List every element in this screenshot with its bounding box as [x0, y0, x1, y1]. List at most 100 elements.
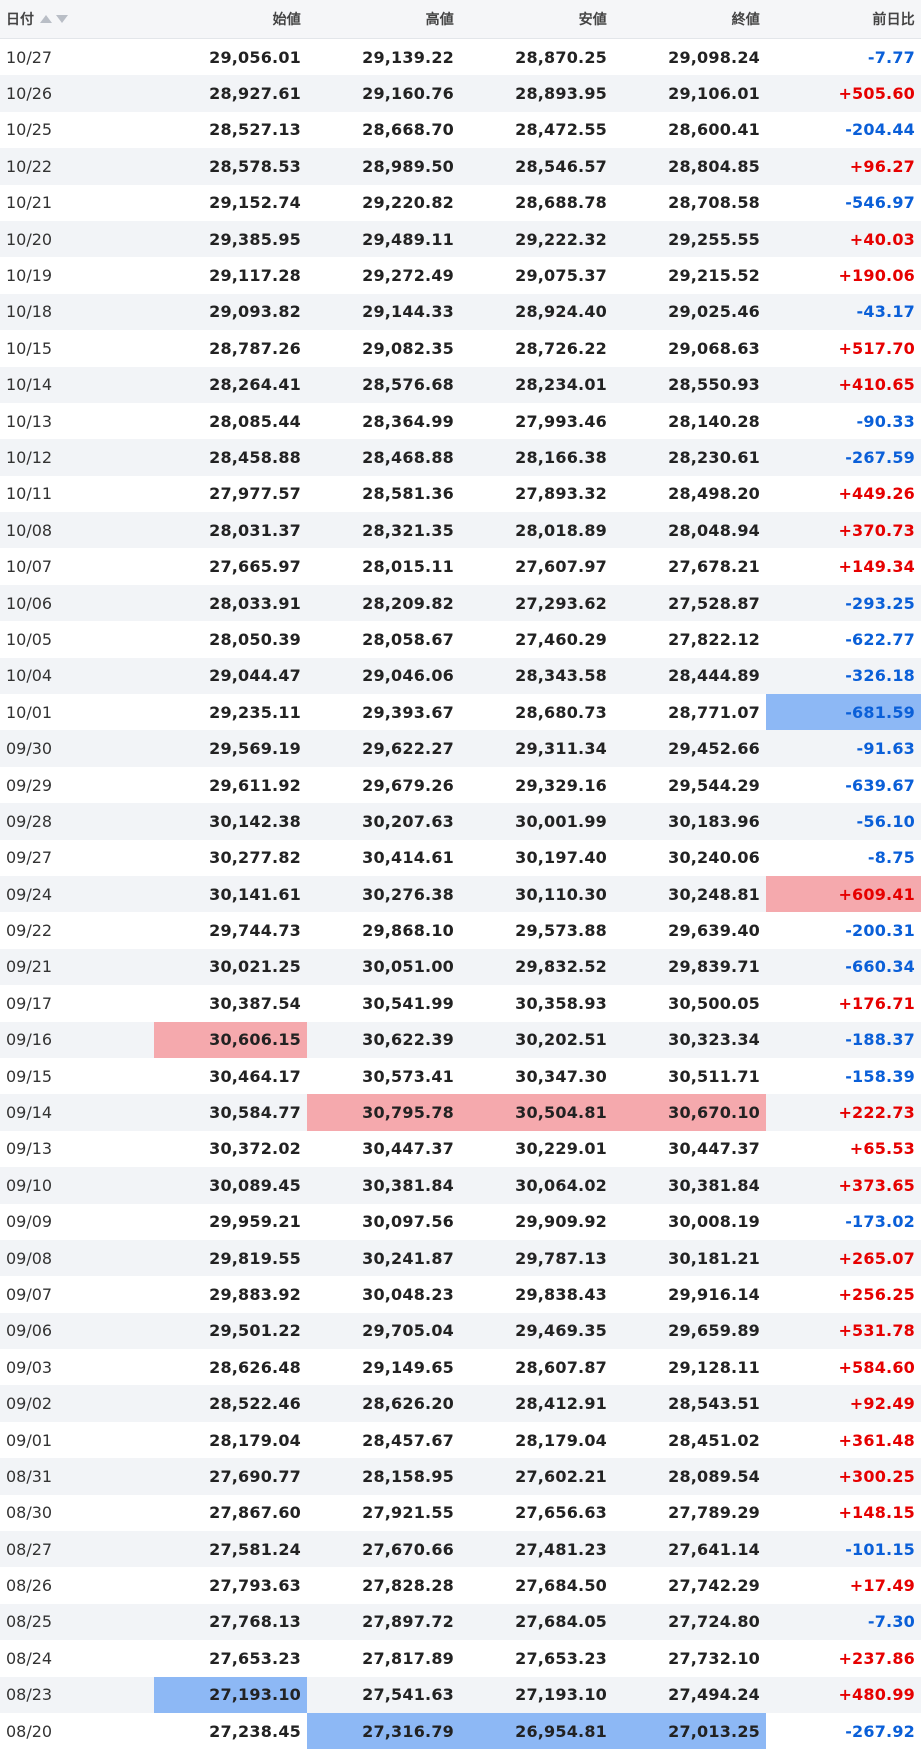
table-row: 10/06 28,033.91 28,209.82 27,293.62 27,528.8… — [0, 584, 921, 622]
cell-open: 27,581.24 — [209, 1539, 301, 1559]
header-open[interactable]: 始値 — [154, 0, 307, 38]
cell-high: 29,149.65 — [362, 1357, 454, 1377]
table-row: 08/25 27,768.13 27,897.72 27,684.05 27,724.8… — [0, 1603, 921, 1641]
cell-close: 30,008.19 — [668, 1212, 760, 1232]
cell-date: 10/26 — [6, 84, 53, 104]
cell-open: 29,152.74 — [209, 193, 301, 213]
cell-change: +237.86 — [838, 1648, 915, 1668]
cell-high: 28,015.11 — [362, 557, 454, 577]
cell-high: 29,622.27 — [362, 739, 454, 759]
cell-low: 27,684.50 — [515, 1576, 607, 1596]
cell-high: 27,541.63 — [362, 1685, 454, 1705]
cell-date: 09/03 — [6, 1357, 53, 1377]
cell-low: 28,018.89 — [515, 520, 607, 540]
table-row: 10/27 29,056.01 29,139.22 28,870.25 29,098.2… — [0, 39, 921, 75]
cell-open: 29,235.11 — [209, 702, 301, 722]
cell-change: +370.73 — [838, 520, 915, 540]
cell-change: -267.92 — [845, 1721, 915, 1741]
table-row: 10/20 29,385.95 29,489.11 29,222.32 29,255.5… — [0, 220, 921, 258]
cell-date: 10/20 — [6, 229, 53, 249]
cell-close: 29,452.66 — [668, 739, 760, 759]
cell-change: -200.31 — [845, 921, 915, 941]
cell-change: -188.37 — [845, 1030, 915, 1050]
sort-controls[interactable] — [40, 15, 68, 23]
cell-date: 08/27 — [6, 1539, 53, 1559]
cell-close: 28,804.85 — [668, 156, 760, 176]
cell-change: +480.99 — [838, 1685, 915, 1705]
cell-low: 28,680.73 — [515, 702, 607, 722]
header-change[interactable]: 前日比 — [766, 0, 921, 38]
cell-open: 27,665.97 — [209, 557, 301, 577]
table-row: 10/12 28,458.88 28,468.88 28,166.38 28,230.6… — [0, 439, 921, 476]
cell-date: 09/15 — [6, 1066, 53, 1086]
cell-low: 28,607.87 — [515, 1357, 607, 1377]
header-date[interactable]: 日付 — [0, 0, 154, 38]
cell-open: 28,787.26 — [209, 338, 301, 358]
cell-low: 30,504.81 — [460, 1094, 613, 1131]
table-row: 10/04 29,044.47 29,046.06 28,343.58 28,444.8… — [0, 657, 921, 695]
cell-change: +361.48 — [838, 1430, 915, 1450]
cell-date: 10/19 — [6, 266, 53, 286]
cell-close: 27,732.10 — [668, 1648, 760, 1668]
cell-date: 09/30 — [6, 739, 53, 759]
cell-change: -622.77 — [845, 629, 915, 649]
cell-low: 27,481.23 — [515, 1539, 607, 1559]
cell-change: -43.17 — [856, 302, 915, 322]
cell-change: +505.60 — [838, 84, 915, 104]
cell-close: 28,550.93 — [668, 375, 760, 395]
table-row: 10/05 28,050.39 28,058.67 27,460.29 27,822.1… — [0, 621, 921, 657]
cell-high: 27,817.89 — [362, 1648, 454, 1668]
table-row: 09/10 30,089.45 30,381.84 30,064.02 30,381.8… — [0, 1167, 921, 1204]
table-row: 10/11 27,977.57 28,581.36 27,893.32 28,498.2… — [0, 476, 921, 512]
header-close[interactable]: 終値 — [613, 0, 766, 38]
cell-close: 30,240.06 — [668, 848, 760, 868]
cell-open: 27,867.60 — [209, 1503, 301, 1523]
sort-descending-icon[interactable] — [56, 15, 68, 23]
cell-change: -101.15 — [845, 1539, 915, 1559]
cell-close: 27,678.21 — [668, 557, 760, 577]
cell-change: -660.34 — [845, 957, 915, 977]
cell-date: 09/10 — [6, 1175, 53, 1195]
table-row: 09/30 29,569.19 29,622.27 29,311.34 29,452.6… — [0, 730, 921, 767]
cell-date: 09/21 — [6, 957, 53, 977]
cell-high: 27,921.55 — [362, 1503, 454, 1523]
cell-close: 29,659.89 — [668, 1321, 760, 1341]
cell-close: 28,708.58 — [668, 193, 760, 213]
cell-high: 28,576.68 — [362, 375, 454, 395]
cell-low: 28,726.22 — [515, 338, 607, 358]
sort-ascending-icon[interactable] — [40, 15, 52, 23]
cell-open: 30,372.02 — [209, 1139, 301, 1159]
cell-close: 27,822.12 — [668, 629, 760, 649]
cell-low: 29,909.92 — [515, 1212, 607, 1232]
price-history-table: 日付 始値 高値 安値 終値 前日比 10/27 29,056.01 29,139.… — [0, 0, 921, 1750]
cell-open: 28,179.04 — [209, 1430, 301, 1450]
table-row: 10/08 28,031.37 28,321.35 28,018.89 28,048.9… — [0, 512, 921, 549]
cell-date: 10/14 — [6, 375, 53, 395]
cell-close: 29,068.63 — [668, 338, 760, 358]
cell-high: 30,414.61 — [362, 848, 454, 868]
cell-open: 29,056.01 — [209, 47, 301, 67]
cell-high: 29,046.06 — [362, 666, 454, 686]
cell-close: 30,323.34 — [668, 1030, 760, 1050]
cell-close: 29,215.52 — [668, 266, 760, 286]
header-high[interactable]: 高値 — [307, 0, 460, 38]
cell-low: 28,546.57 — [515, 156, 607, 176]
cell-low: 28,166.38 — [515, 447, 607, 467]
table-row: 09/24 30,141.61 30,276.38 30,110.30 30,248.8… — [0, 875, 921, 913]
cell-change: +517.70 — [838, 338, 915, 358]
cell-low: 27,293.62 — [515, 593, 607, 613]
cell-date: 09/09 — [6, 1212, 53, 1232]
cell-low: 27,684.05 — [515, 1612, 607, 1632]
cell-open: 27,193.10 — [154, 1676, 307, 1713]
cell-high: 28,468.88 — [362, 447, 454, 467]
cell-close: 28,543.51 — [668, 1394, 760, 1414]
table-row: 10/22 28,578.53 28,989.50 28,546.57 28,804.8… — [0, 148, 921, 185]
cell-open: 30,277.82 — [209, 848, 301, 868]
cell-open: 28,927.61 — [209, 84, 301, 104]
cell-close: 30,670.10 — [613, 1094, 766, 1131]
cell-open: 29,959.21 — [209, 1212, 301, 1232]
header-low[interactable]: 安値 — [460, 0, 613, 38]
cell-date: 10/25 — [6, 120, 53, 140]
cell-low: 29,311.34 — [515, 739, 607, 759]
cell-date: 09/02 — [6, 1394, 53, 1414]
